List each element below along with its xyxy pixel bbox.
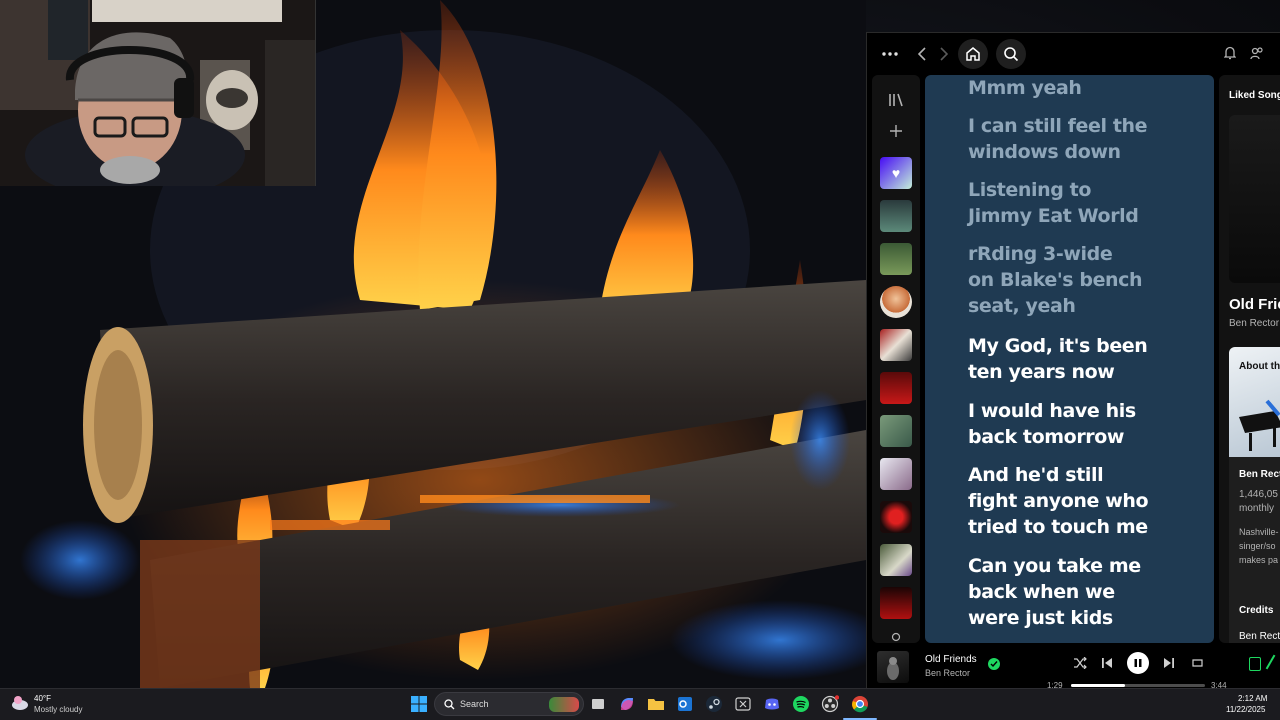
track-title[interactable]: Old Friends [925,654,977,665]
lyric-line[interactable]: Mmm yeah [968,75,1208,101]
copilot-icon[interactable] [618,695,638,715]
library-item-7[interactable] [880,501,912,533]
progress-bar[interactable] [1071,684,1205,687]
file-explorer-icon[interactable] [647,695,667,715]
discord-icon[interactable] [763,695,783,715]
library-item-5[interactable] [880,415,912,447]
spotify-topbar [867,33,1280,75]
library-icon[interactable] [886,91,906,109]
now-playing-cover[interactable] [877,651,909,683]
bell-icon[interactable] [1222,45,1238,61]
library-item-4[interactable] [880,372,912,404]
pause-icon[interactable] [1127,652,1149,674]
chevron-right-icon[interactable] [937,45,951,63]
now-playing-view-icon[interactable] [1249,657,1261,671]
weather-temp[interactable]: 40°F [34,694,51,703]
artist-bio-line: singer/so [1239,541,1276,551]
player-bar: Old Friends Ben Rector 1:29 3:44 [867,645,1280,690]
artist-bio-line: makes pa [1239,555,1279,565]
shuffle-icon[interactable] [1072,655,1088,671]
lyrics-pane: Mmm yeah I can still feel the windows do… [925,75,1214,643]
about-label: About th [1239,361,1280,372]
steam-icon[interactable] [705,695,725,715]
friends-icon[interactable] [1249,45,1265,61]
obs-icon[interactable] [821,695,841,715]
library-item-6[interactable] [880,458,912,490]
lyric-line[interactable]: Listening to Jimmy Eat World [968,177,1208,229]
liked-songs-item[interactable]: ♥ [880,157,912,189]
library-item-3[interactable] [880,329,912,361]
next-icon[interactable] [1161,655,1177,671]
taskbar: 40°F Mostly cloudy Search 2:12 AM 11/22/… [0,688,1280,720]
repeat-icon[interactable] [1189,655,1205,671]
now-playing-panel: Liked Songs Old Frie Ben Rector About th… [1219,75,1280,643]
clock-time[interactable]: 2:12 AM [1238,694,1267,703]
search-icon [444,699,455,710]
windows-start-icon[interactable] [410,695,430,715]
lyric-line[interactable]: I can still feel the windows down [968,113,1208,165]
home-icon[interactable] [958,39,988,69]
lyric-line[interactable]: And he'd still fight anyone who tried to… [968,462,1208,540]
monthly-listeners-label: monthly [1239,503,1275,514]
lyric-line[interactable]: I would have his back tomorrow [968,398,1208,450]
artist-card-name: Ben Rect [1239,469,1280,480]
library-item-8[interactable] [880,544,912,576]
monthly-listeners: 1,446,05 [1239,489,1278,500]
spotify-window: ♥ Mmm yeah I can still feel the windows … [866,32,1280,690]
credits-artist[interactable]: Ben Rect [1239,631,1280,642]
weather-icon[interactable] [10,693,30,713]
check-circle-icon[interactable] [988,658,1000,670]
library-sidebar: ♥ [872,75,920,643]
search-highlight-image [549,697,579,712]
taskbar-search[interactable]: Search [434,692,584,716]
lyric-line-active[interactable]: My God, it's been ten years now [968,333,1208,385]
panel-song-title[interactable]: Old Frie [1229,296,1280,313]
chevron-left-icon[interactable] [915,45,929,63]
credits-card[interactable]: Credits Ben Rect [1229,593,1280,643]
track-artist[interactable]: Ben Rector [925,668,970,678]
plus-icon[interactable] [886,121,906,141]
webcam-overlay [0,0,316,186]
progress-fill [1071,684,1125,687]
task-view-icon[interactable] [589,695,609,715]
more-dots-icon[interactable] [881,45,899,63]
library-item-1[interactable] [880,200,912,232]
collapse-icon[interactable] [888,631,904,643]
lyric-line[interactable]: Can you take me back when we were just k… [968,553,1208,631]
credits-label: Credits [1239,605,1274,616]
lyric-line[interactable]: rRding 3-wide on Blake's bench seat, yea… [968,241,1208,319]
panel-artist[interactable]: Ben Rector [1229,318,1279,329]
outlook-icon[interactable] [676,695,696,715]
library-item-artist[interactable] [880,286,912,318]
chrome-icon[interactable] [851,695,871,715]
weather-desc[interactable]: Mostly cloudy [34,705,82,714]
heart-icon: ♥ [891,165,901,181]
previous-icon[interactable] [1099,655,1115,671]
lyrics-icon[interactable] [1265,654,1280,674]
piano-image [1239,399,1280,451]
search-label: Search [460,699,489,709]
panel-playlist-title[interactable]: Liked Songs [1229,90,1280,101]
spotify-icon[interactable] [792,695,812,715]
search-icon[interactable] [996,39,1026,69]
clock-date[interactable]: 11/22/2025 [1226,705,1265,714]
library-item-2[interactable] [880,243,912,275]
webcam-image [0,0,315,186]
xbox-icon[interactable] [734,695,754,715]
artist-bio-line: Nashville- [1239,527,1279,537]
library-item-9[interactable] [880,587,912,619]
cover-art [1229,115,1280,283]
about-artist-card[interactable]: About th Ben Rect 1,446,05 monthly Nashv… [1229,347,1280,623]
